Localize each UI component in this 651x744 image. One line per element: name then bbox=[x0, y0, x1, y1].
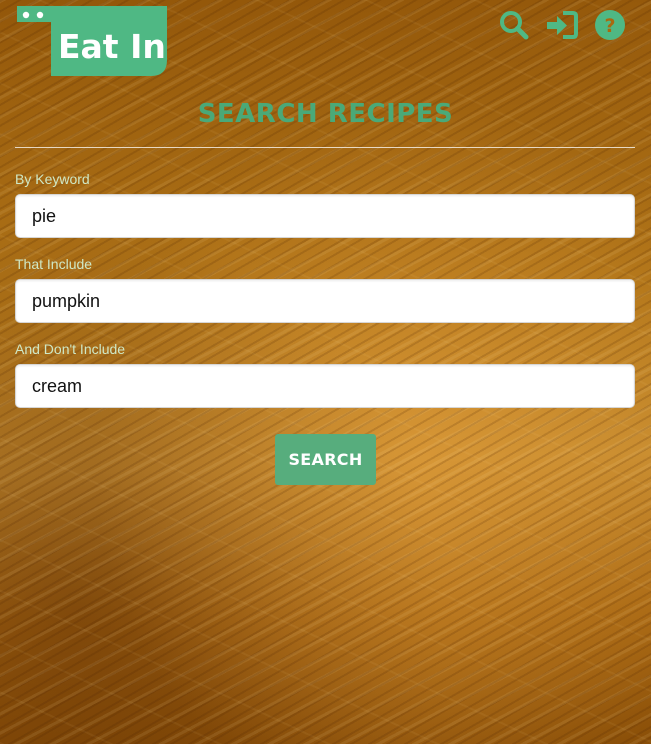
login-icon[interactable] bbox=[545, 8, 579, 42]
include-input[interactable] bbox=[15, 279, 635, 323]
keyword-label: By Keyword bbox=[15, 171, 90, 187]
title-divider bbox=[15, 147, 635, 148]
page-title: SEARCH RECIPES bbox=[197, 99, 454, 129]
exclude-label: And Don't Include bbox=[15, 341, 126, 357]
search-button[interactable]: SEARCH bbox=[275, 434, 376, 485]
logo-text: Eat In bbox=[58, 27, 166, 66]
help-icon[interactable]: ? bbox=[593, 8, 627, 42]
exclude-input[interactable] bbox=[15, 364, 635, 408]
svg-text:?: ? bbox=[604, 15, 615, 37]
search-icon[interactable] bbox=[497, 8, 531, 42]
keyword-input[interactable] bbox=[15, 194, 635, 238]
header-icons: ? bbox=[497, 8, 627, 42]
eat-in-logo[interactable]: Eat In bbox=[17, 6, 169, 78]
include-label: That Include bbox=[15, 256, 93, 272]
